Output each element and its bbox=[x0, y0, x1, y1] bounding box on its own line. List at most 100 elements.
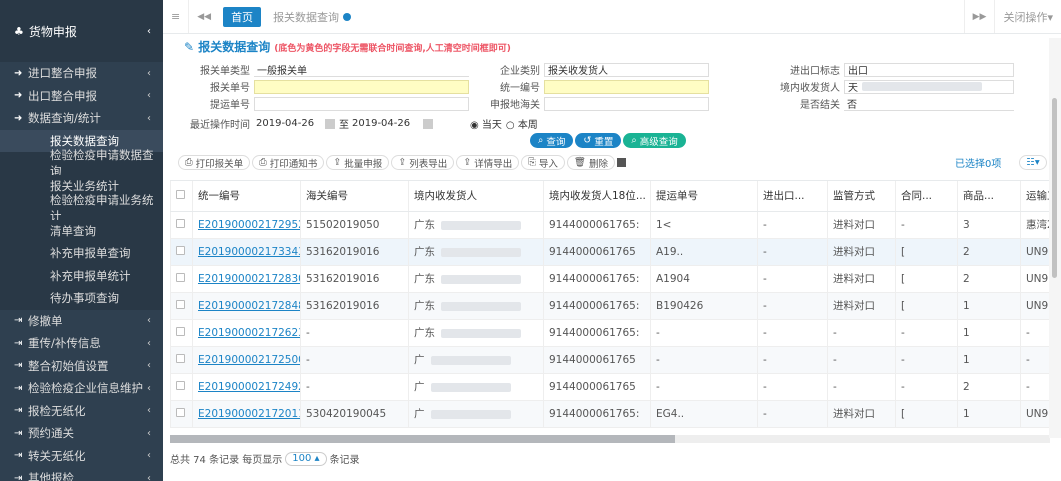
date-to-input[interactable]: 2019-04-26 bbox=[349, 116, 419, 131]
consignee-input[interactable]: 天 bbox=[844, 79, 1014, 94]
sidebar-item-0[interactable]: ➜ 进口整合申报 ‹ bbox=[0, 62, 163, 85]
sidebar-header[interactable]: ♣ 货物申报 ‹ bbox=[0, 0, 163, 62]
sidebar-item2-2[interactable]: ⇥ 整合初始值设置 ‹ bbox=[0, 355, 163, 378]
table-row[interactable]: E20190000217250093-广9144000061765----1- bbox=[170, 346, 1050, 374]
row-checkbox[interactable] bbox=[176, 380, 185, 390]
delete-button[interactable]: 🗑 删除 bbox=[566, 155, 616, 170]
sidebar-item-1[interactable]: ➜ 出口整合申报 ‹ bbox=[0, 85, 163, 108]
redacted-block bbox=[430, 409, 511, 419]
export-list-button[interactable]: ⇪ 列表导出 bbox=[391, 155, 455, 170]
row-checkbox[interactable] bbox=[176, 407, 185, 417]
sidebar-item2-0[interactable]: ⇥ 修撤单 ‹ bbox=[0, 310, 163, 333]
closed-select[interactable]: 否 bbox=[844, 96, 1014, 111]
column-header[interactable]: 进出口... bbox=[757, 181, 828, 212]
cell-value: UN95 bbox=[1026, 299, 1050, 312]
uni-no-input[interactable] bbox=[544, 79, 709, 94]
header-checkbox[interactable] bbox=[176, 189, 185, 199]
table-row[interactable]: E20190000217284847 53162019016 广东 914400006… bbox=[170, 292, 1050, 320]
sidebar-item2-3[interactable]: ⇥ 检验检疫企业信息维护 ‹ bbox=[0, 377, 163, 400]
radio-today[interactable]: ◉ 当天 bbox=[470, 116, 502, 131]
menu-toggle-icon[interactable]: ≡ bbox=[163, 0, 188, 33]
results-table: 统一编号 海关编号 境内收发货人 境内收发货人18位... 提运单号 进出口... 监管方式… bbox=[170, 180, 1050, 436]
cell-value: - bbox=[763, 272, 767, 285]
uni-no-link[interactable]: E20190000217284847 bbox=[198, 300, 301, 312]
column-header[interactable]: 提运单号 bbox=[650, 181, 758, 212]
reset-button[interactable]: ↺ 重置 bbox=[575, 133, 622, 148]
row-checkbox[interactable] bbox=[176, 272, 185, 282]
sidebar-subitem-7[interactable]: 待办事项查询 bbox=[0, 287, 163, 310]
select-all-checkbox[interactable] bbox=[617, 158, 627, 167]
advanced-query-button[interactable]: ⌕ 高级查询 bbox=[623, 133, 686, 148]
sidebar-subitem-3[interactable]: 检验检疫申请业务统计 bbox=[0, 193, 163, 223]
sidebar-item2-4[interactable]: ⇥ 报检无纸化 ‹ bbox=[0, 400, 163, 423]
bl-no-input[interactable] bbox=[254, 96, 469, 111]
tab-decl-query[interactable]: 报关数据查询 bbox=[265, 0, 359, 33]
sidebar-item2-6[interactable]: ⇥ 转关无纸化 ‹ bbox=[0, 445, 163, 468]
uni-no-link[interactable]: E20190000217249253 bbox=[198, 381, 301, 393]
horizontal-scrollbar[interactable] bbox=[170, 435, 1050, 443]
table-row[interactable]: E20190000217283043 53162019016 广东 914400006… bbox=[170, 265, 1050, 293]
table-row[interactable]: E20190000217295245 51502019050 广东 914400006… bbox=[170, 211, 1050, 239]
sidebar-subitem-1[interactable]: 检验检疫申请数据查询 bbox=[0, 148, 163, 178]
tab-forward-icon[interactable]: ▶▶ bbox=[963, 0, 995, 33]
tab-home[interactable]: 首页 bbox=[223, 6, 262, 27]
table-row[interactable]: E20190000217201157 530420190045 广 914400006… bbox=[170, 400, 1050, 428]
sidebar-item-2[interactable]: ➜ 数据查询/统计 ‹ bbox=[0, 107, 163, 130]
cell-value: 2 bbox=[963, 272, 970, 285]
cell-mode: - bbox=[827, 346, 896, 374]
uni-no-link[interactable]: E20190000217295245 bbox=[198, 219, 301, 231]
sidebar-subitem-6[interactable]: 补充申报单统计 bbox=[0, 264, 163, 287]
column-header[interactable]: 境内收发货人 bbox=[408, 181, 544, 212]
sidebar-item2-7[interactable]: ⇥ 其他报检 ‹ bbox=[0, 467, 163, 481]
close-ops-menu[interactable]: 关闭操作▾ bbox=[994, 0, 1061, 33]
redacted-block bbox=[430, 355, 511, 365]
cell-value: - bbox=[1026, 353, 1030, 366]
sidebar-item2-1[interactable]: ⇥ 重传/补传信息 ‹ bbox=[0, 332, 163, 355]
sidebar-subitem-5[interactable]: 补充申报单查询 bbox=[0, 242, 163, 265]
page-size-select[interactable]: 100 ▴ bbox=[285, 451, 327, 466]
uni-no-link[interactable]: E20190000217201157 bbox=[198, 408, 301, 420]
row-checkbox[interactable] bbox=[176, 245, 185, 255]
print-decl-button[interactable]: ⎙ 打印报关单 bbox=[178, 155, 251, 170]
column-header[interactable]: 境内收发货人18位... bbox=[543, 181, 651, 212]
column-header[interactable]: 合同... bbox=[895, 181, 958, 212]
row-checkbox[interactable] bbox=[176, 218, 185, 228]
column-header[interactable]: 商品... bbox=[957, 181, 1021, 212]
import-button[interactable]: ⎘ 导入 bbox=[521, 155, 565, 170]
decl-type-select[interactable]: 一般报关单 bbox=[254, 62, 469, 77]
row-checkbox[interactable] bbox=[176, 326, 185, 336]
print-notice-button[interactable]: ⎙ 打印通知书 bbox=[252, 155, 325, 170]
close-tab-icon[interactable] bbox=[343, 12, 352, 21]
export-detail-button[interactable]: ⇪ 详情导出 bbox=[456, 155, 520, 170]
sidebar-item2-5[interactable]: ⇥ 预约通关 ‹ bbox=[0, 422, 163, 445]
radio-week[interactable]: ○ 本周 bbox=[506, 116, 538, 131]
table-row[interactable]: E20190000217334365 53162019016 广东 914400006… bbox=[170, 238, 1050, 266]
calendar-to-icon[interactable] bbox=[423, 118, 433, 129]
tab-back-icon[interactable]: ◀◀ bbox=[188, 0, 219, 33]
ie-flag-select[interactable]: 出口 bbox=[844, 62, 1014, 77]
column-header[interactable]: 统一编号 bbox=[192, 181, 301, 212]
date-from-input[interactable]: 2019-04-26 bbox=[253, 116, 321, 131]
decl-no-input[interactable] bbox=[254, 79, 469, 94]
uni-no-link[interactable]: E20190000217250093 bbox=[198, 354, 301, 366]
uni-no-link[interactable]: E20190000217262327 bbox=[198, 327, 301, 339]
uni-no-link[interactable]: E20190000217283043 bbox=[198, 273, 301, 285]
uni-no-link[interactable]: E20190000217334365 bbox=[198, 246, 301, 258]
table-row[interactable]: E20190000217249253-广9144000061765----2- bbox=[170, 373, 1050, 401]
table-row[interactable]: E20190000217262327-广东9144000061765:----1… bbox=[170, 319, 1050, 347]
port-input[interactable] bbox=[544, 96, 709, 111]
cell-value: 广 bbox=[414, 408, 425, 420]
sidebar-subitem-4[interactable]: 清单查询 bbox=[0, 219, 163, 242]
query-button[interactable]: ⌕ 查询 bbox=[530, 133, 574, 148]
column-view-button[interactable]: ☷▾ bbox=[1019, 155, 1047, 170]
ent-type-select[interactable]: 报关收发货人 bbox=[544, 62, 709, 77]
cell-value: - bbox=[306, 380, 310, 393]
vertical-scrollbar[interactable] bbox=[1049, 38, 1061, 438]
calendar-from-icon[interactable] bbox=[325, 118, 335, 129]
column-header[interactable]: 海关编号 bbox=[300, 181, 409, 212]
row-checkbox[interactable] bbox=[176, 353, 185, 363]
batch-declare-button[interactable]: ⇪ 批量申报 bbox=[326, 155, 390, 170]
column-header[interactable]: 运输工 bbox=[1020, 181, 1050, 212]
row-checkbox[interactable] bbox=[176, 299, 185, 309]
column-header[interactable]: 监管方式 bbox=[827, 181, 896, 212]
